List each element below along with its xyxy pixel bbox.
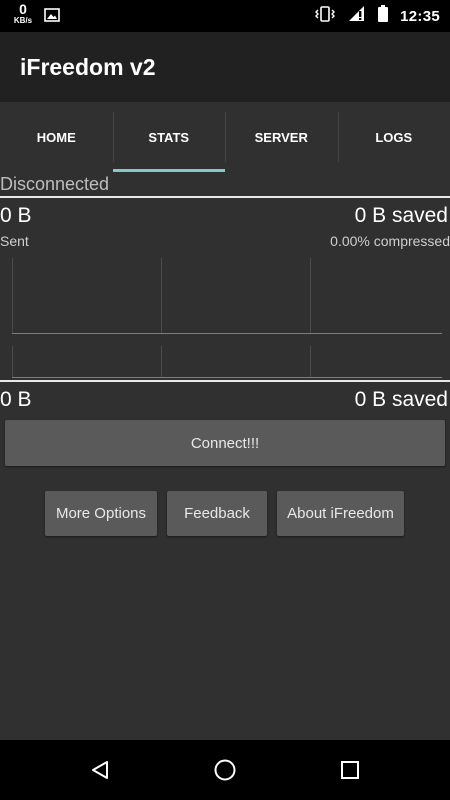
home-icon[interactable] bbox=[210, 755, 240, 785]
feedback-button[interactable]: Feedback bbox=[167, 491, 267, 536]
app-title: iFreedom v2 bbox=[20, 54, 156, 80]
sent-amount: 0 B bbox=[0, 204, 32, 227]
signal-icon bbox=[348, 5, 366, 27]
more-options-button[interactable]: More Options bbox=[45, 491, 157, 536]
tab-bar: HOME STATS SERVER LOGS bbox=[0, 102, 450, 172]
clock: 12:35 bbox=[400, 7, 440, 25]
traffic-graph-bottom bbox=[12, 346, 442, 378]
tab-server[interactable]: SERVER bbox=[225, 102, 338, 172]
image-icon bbox=[44, 8, 60, 22]
connect-button[interactable]: Connect!!! bbox=[5, 420, 445, 466]
compression-ratio: 0.00% compressed bbox=[330, 233, 450, 249]
app-bar: iFreedom v2 bbox=[0, 32, 450, 102]
connection-status: Disconnected bbox=[0, 174, 110, 194]
back-icon[interactable] bbox=[85, 755, 115, 785]
traffic-graph-top bbox=[12, 258, 442, 334]
status-bar: 0 KB/s 12:35 bbox=[0, 0, 450, 32]
tab-logs[interactable]: LOGS bbox=[337, 102, 450, 172]
network-speed-value: 0 bbox=[19, 1, 27, 17]
divider bbox=[0, 380, 450, 382]
received-saved: 0 B saved bbox=[354, 388, 448, 411]
navigation-bar bbox=[0, 740, 450, 800]
battery-icon bbox=[378, 5, 389, 27]
tab-stats[interactable]: STATS bbox=[112, 102, 226, 172]
vibrate-icon bbox=[314, 5, 336, 27]
tab-home[interactable]: HOME bbox=[0, 102, 113, 172]
sent-label: Sent bbox=[0, 233, 29, 249]
received-amount: 0 B bbox=[0, 388, 32, 411]
recents-icon[interactable] bbox=[335, 755, 365, 785]
network-speed: 0 KB/s bbox=[10, 2, 36, 25]
divider bbox=[0, 196, 450, 198]
network-speed-unit: KB/s bbox=[13, 16, 33, 25]
sent-saved: 0 B saved bbox=[354, 204, 448, 227]
about-button[interactable]: About iFreedom bbox=[277, 491, 404, 536]
